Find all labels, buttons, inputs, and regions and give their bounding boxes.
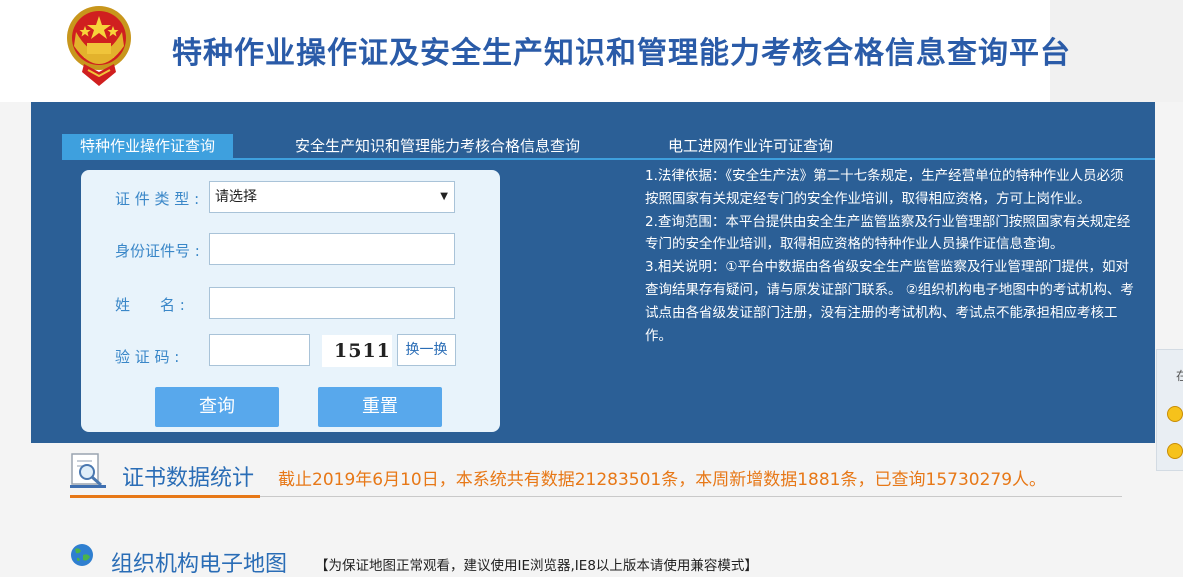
- refresh-captcha-button[interactable]: 换一换: [397, 334, 456, 366]
- stats-divider-accent: [70, 495, 260, 498]
- service-panel-label: 在: [1176, 369, 1183, 383]
- reset-button[interactable]: 重置: [318, 387, 442, 427]
- cert-type-label: 证 件 类 型 :: [115, 190, 200, 208]
- captcha-label: 验 证 码 :: [115, 348, 180, 366]
- query-tabs: 特种作业操作证查询 安全生产知识和管理能力考核合格信息查询 电工进网作业许可证查…: [62, 134, 1155, 158]
- captcha-image[interactable]: 1511: [322, 335, 392, 367]
- note-query-scope: 2.查询范围：本平台提供由安全生产监管监察及行业管理部门按照国家有关规定经专门的…: [645, 213, 1131, 253]
- stats-title: 证书数据统计: [122, 466, 255, 491]
- stats-divider: [70, 495, 1122, 498]
- note-remarks: 3.相关说明：①平台中数据由各省级安全生产监管监察及行业管理部门提供，如对查询结…: [645, 259, 1134, 344]
- id-number-input[interactable]: [209, 233, 455, 265]
- cert-type-select[interactable]: 请选择 ▼: [209, 181, 455, 213]
- tab-underline: [62, 158, 1155, 160]
- tab-special-operation[interactable]: 特种作业操作证查询: [62, 134, 234, 158]
- note-legal-basis: 1.法律依据：《安全生产法》第二十七条规定，生产经营单位的特种作业人员必须按照国…: [645, 168, 1124, 207]
- qq-icon[interactable]: [1167, 443, 1183, 459]
- map-browser-note: 【为保证地图正常观看，建议使用IE浏览器,IE8以上版本请使用兼容模式】: [315, 558, 758, 574]
- instructions-panel: 1.法律依据：《安全生产法》第二十七条规定，生产经营单位的特种作业人员必须按照国…: [645, 165, 1135, 347]
- name-input[interactable]: [209, 287, 455, 319]
- captcha-input[interactable]: [209, 334, 310, 366]
- globe-icon: [71, 544, 93, 566]
- query-button[interactable]: 查询: [155, 387, 279, 427]
- magnifier-document-icon: [70, 453, 106, 488]
- site-header: 特种作业操作证及安全生产知识和管理能力考核合格信息查询平台: [0, 0, 1183, 102]
- national-emblem-icon: [67, 6, 131, 86]
- id-number-label: 身份证件号 :: [115, 242, 200, 260]
- map-title: 组织机构电子地图: [111, 552, 288, 577]
- stats-summary: 截止2019年6月10日，本系统共有数据21283501条，本周新增数据1881…: [278, 470, 1047, 490]
- tab-electrician-permit[interactable]: 电工进网作业许可证查询: [668, 134, 833, 158]
- site-title: 特种作业操作证及安全生产知识和管理能力考核合格信息查询平台: [172, 36, 1071, 71]
- tab-safety-knowledge[interactable]: 安全生产知识和管理能力考核合格信息查询: [295, 134, 580, 158]
- chevron-down-icon: ▼: [440, 191, 448, 202]
- qq-icon[interactable]: [1167, 406, 1183, 422]
- stats-section: 证书数据统计 截止2019年6月10日，本系统共有数据21283501条，本周新…: [70, 452, 1122, 498]
- name-label: 姓 名 :: [115, 296, 185, 314]
- cert-type-value: 请选择: [215, 189, 257, 205]
